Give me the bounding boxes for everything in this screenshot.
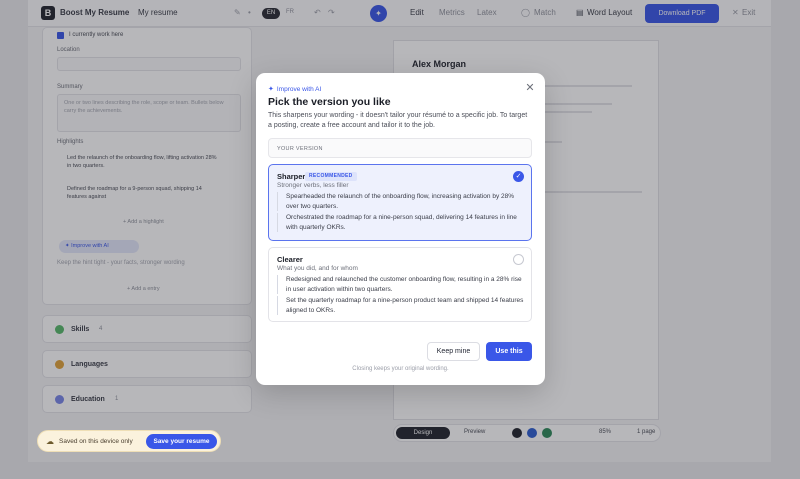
- your-version-label: YOUR VERSION: [277, 146, 323, 152]
- dialog-title: Pick the version you like: [268, 96, 391, 108]
- option-subtitle: What you did, and for whom: [277, 265, 358, 272]
- option-bullet: Redesigned and relaunched the customer o…: [277, 275, 527, 294]
- option-subtitle: Stronger verbs, less filler: [277, 182, 349, 189]
- dialog-eyebrow: ✦ Improve with AI: [268, 85, 322, 94]
- option-title: Clearer: [277, 255, 303, 264]
- your-version-box: YOUR VERSION: [268, 138, 532, 158]
- option-bullet: Spearheaded the relaunch of the onboardi…: [277, 192, 527, 211]
- close-icon[interactable]: ✕: [524, 82, 536, 94]
- sparkle-icon: ✦: [268, 86, 274, 93]
- option-bullets: Spearheaded the relaunch of the onboardi…: [277, 192, 527, 234]
- use-this-button[interactable]: Use this: [486, 342, 532, 361]
- option-bullet: Set the quarterly roadmap for a nine-per…: [277, 296, 527, 315]
- improve-with-ai-dialog: ✦ Improve with AI ✕ Pick the version you…: [256, 73, 545, 385]
- option-bullets: Redesigned and relaunched the customer o…: [277, 275, 527, 317]
- option-title: Sharper: [277, 172, 306, 181]
- check-icon[interactable]: ✓: [513, 171, 524, 182]
- toast-text: Saved on this device only: [59, 438, 133, 445]
- dialog-eyebrow-label: Improve with AI: [276, 85, 322, 93]
- dialog-description: This sharpens your wording - it doesn't …: [268, 112, 528, 129]
- option-clearer[interactable]: Clearer What you did, and for whom Redes…: [268, 247, 532, 322]
- dialog-footer-note: Closing keeps your original wording.: [352, 366, 449, 372]
- keep-mine-button[interactable]: Keep mine: [427, 342, 480, 361]
- option-bullet: Orchestrated the roadmap for a nine-pers…: [277, 213, 527, 232]
- cloud-off-icon: ☁: [46, 437, 54, 446]
- radio-button[interactable]: [513, 254, 524, 265]
- save-your-resume-button[interactable]: Save your resume: [146, 434, 217, 449]
- recommended-badge: RECOMMENDED: [305, 172, 357, 181]
- saved-locally-toast: ☁ Saved on this device only Save your re…: [37, 430, 221, 452]
- option-sharper[interactable]: Sharper RECOMMENDED Stronger verbs, less…: [268, 164, 532, 241]
